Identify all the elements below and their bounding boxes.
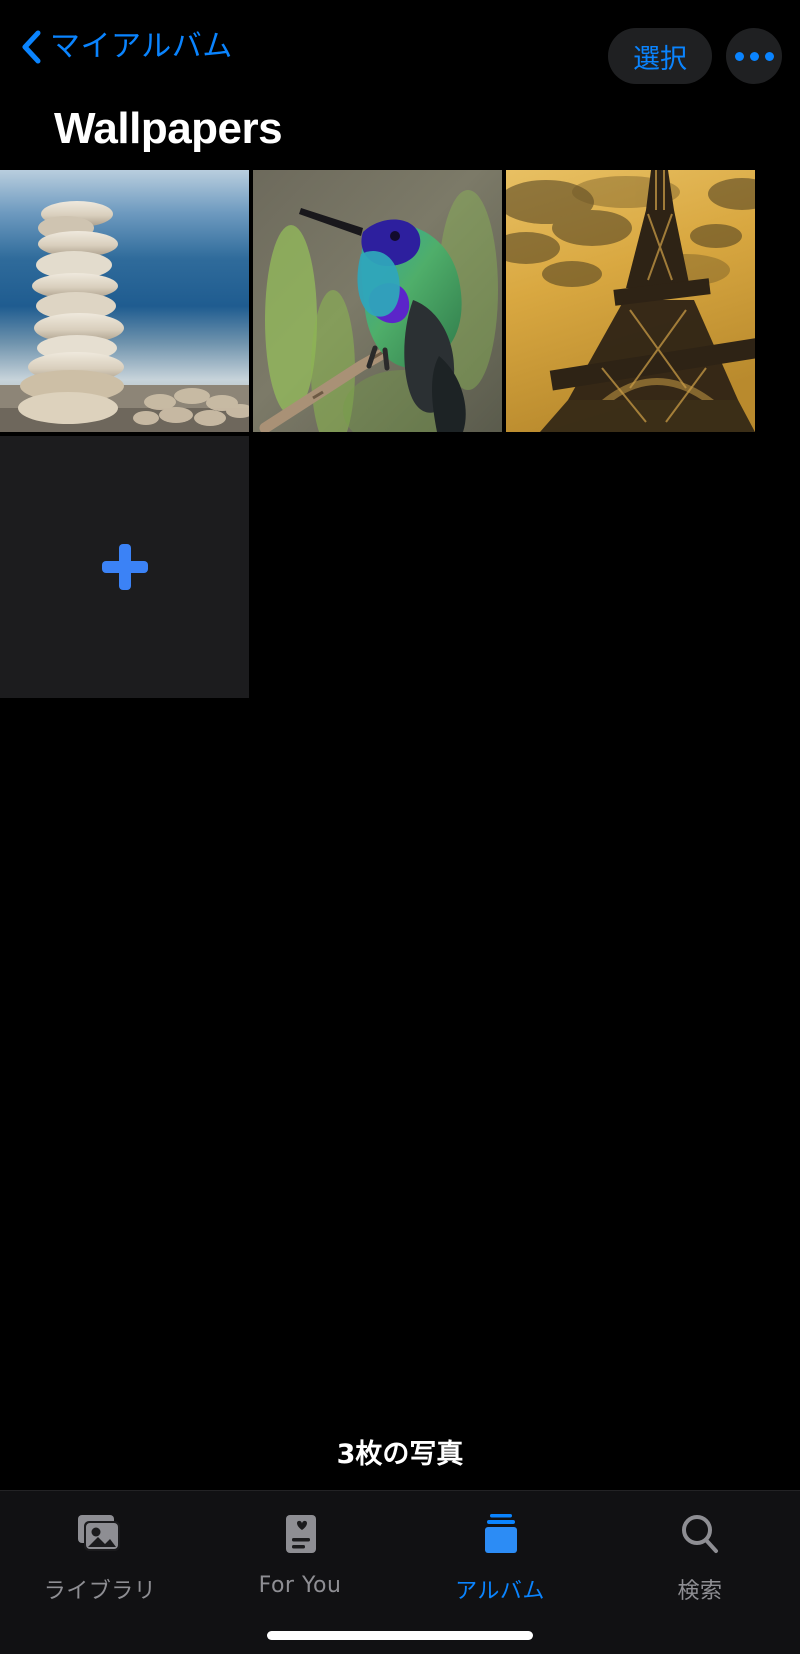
tab-label: ライブラリ <box>43 1579 157 1604</box>
eiffel-tower-photo <box>506 170 755 432</box>
tab-label: 検索 <box>677 1579 723 1604</box>
hummingbird-photo <box>253 170 502 432</box>
tab-label: アルバム <box>455 1579 545 1604</box>
photo-stack-icon <box>72 1507 128 1563</box>
tab-label: For You <box>258 1573 342 1598</box>
photo-thumbnail[interactable] <box>0 170 249 432</box>
tab-albums[interactable]: アルバム <box>400 1507 600 1605</box>
chevron-left-icon <box>22 30 41 64</box>
photo-thumbnail[interactable] <box>506 170 755 432</box>
photo-thumbnail[interactable] <box>253 170 502 432</box>
tab-for-you[interactable]: For You <box>200 1507 400 1598</box>
search-icon <box>672 1507 728 1563</box>
zen-stones-photo <box>0 170 249 432</box>
select-button[interactable]: 選択 <box>608 28 712 84</box>
home-indicator[interactable] <box>267 1631 533 1640</box>
page-title: Wallpapers <box>54 104 283 153</box>
add-photos-button[interactable] <box>0 436 249 698</box>
photo-grid <box>0 170 800 698</box>
plus-icon <box>101 544 148 590</box>
navbar-actions: 選択 <box>608 28 782 84</box>
tab-search[interactable]: 検索 <box>600 1507 800 1605</box>
ellipsis-icon <box>734 51 744 61</box>
back-label: マイアルバム <box>50 29 233 64</box>
ellipsis-icon <box>749 51 759 61</box>
tab-bar: ライブラリ For You アルバム 検索 <box>0 1490 800 1654</box>
photo-count-label: 3枚の写真 <box>336 1439 464 1470</box>
ellipsis-icon <box>764 51 774 61</box>
albums-stack-icon <box>472 1507 528 1563</box>
tab-library[interactable]: ライブラリ <box>0 1507 200 1605</box>
navigation-bar: マイアルバム 選択 <box>0 0 800 96</box>
more-options-button[interactable] <box>726 28 782 84</box>
for-you-card-icon <box>272 1507 328 1563</box>
select-label: 選択 <box>633 43 687 75</box>
back-to-my-albums-button[interactable]: マイアルバム <box>20 30 233 64</box>
photos-album-screen: マイアルバム 選択 Wallpapers 3枚の写真 ライブラリ For You… <box>0 0 800 1654</box>
